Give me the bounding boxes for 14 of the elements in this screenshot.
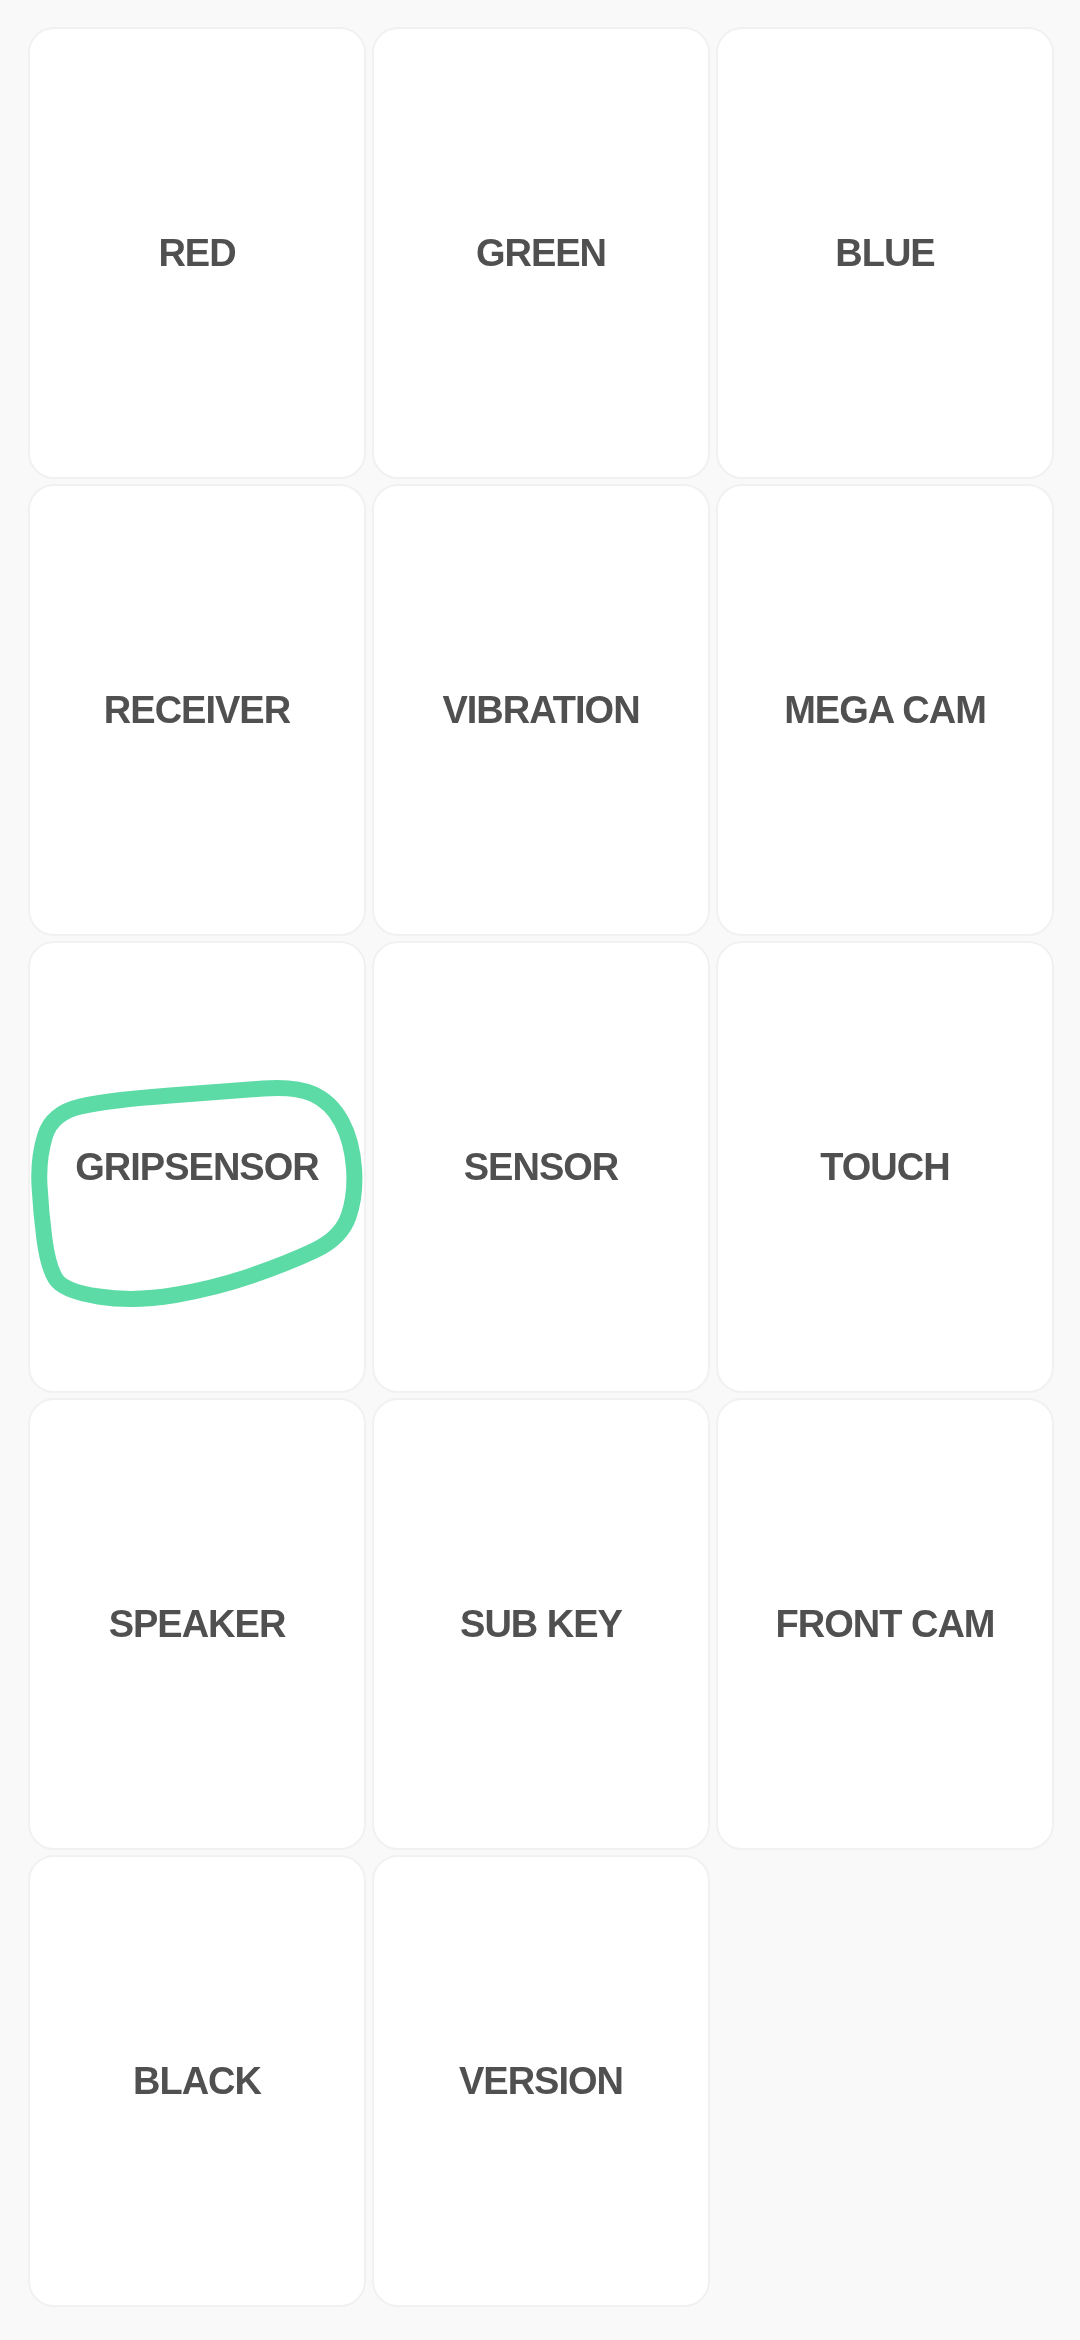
test-button[interactable]: SPEAKER (28, 1398, 366, 1850)
test-button[interactable]: VIBRATION (372, 484, 710, 936)
test-button[interactable]: SENSOR (372, 941, 710, 1393)
test-button[interactable]: RECEIVER (28, 484, 366, 936)
test-button[interactable]: RED (28, 27, 366, 479)
test-button[interactable]: FRONT CAM (716, 1398, 1054, 1850)
test-button[interactable]: BLUE (716, 27, 1054, 479)
test-button[interactable]: SUB KEY (372, 1398, 710, 1850)
test-button[interactable]: MEGA CAM (716, 484, 1054, 936)
test-button[interactable]: GRIPSENSOR (28, 941, 366, 1393)
test-button[interactable]: TOUCH (716, 941, 1054, 1393)
test-button[interactable]: BLACK (28, 1855, 366, 2307)
test-button[interactable]: VERSION (372, 1855, 710, 2307)
test-button[interactable]: GREEN (372, 27, 710, 479)
